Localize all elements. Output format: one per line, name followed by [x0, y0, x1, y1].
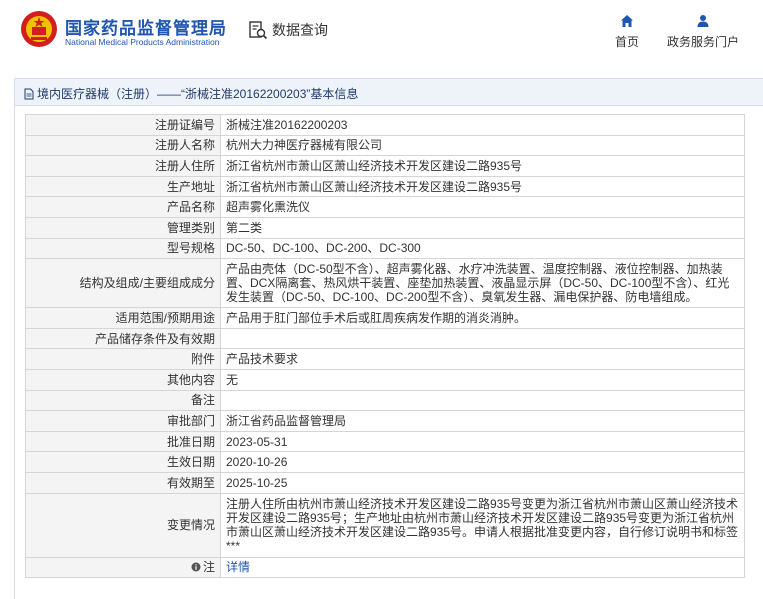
field-label: 适用范围/预期用途 — [25, 307, 221, 329]
nav-gov-service-portal[interactable]: 政务服务门户 — [663, 14, 743, 50]
field-label: 注册证编号 — [25, 114, 221, 136]
field-value: 产品由壳体（DC-50型不含）、超声雾化器、水疗冲洗装置、温度控制器、液位控制器… — [220, 258, 745, 309]
field-value: 浙械注准20162200203 — [220, 114, 745, 136]
field-value — [220, 389, 745, 412]
info-icon — [191, 562, 201, 572]
table-row: 其他内容 无 — [25, 368, 745, 391]
field-value: 无 — [220, 368, 745, 391]
field-value: 2025-10-25 — [220, 471, 745, 494]
field-label: 生产地址 — [25, 175, 221, 198]
table-row: 产品储存条件及有效期 — [25, 327, 745, 350]
field-label: 结构及组成/主要组成成分 — [25, 258, 221, 309]
field-value: 杭州大力神医疗器械有限公司 — [220, 134, 745, 157]
data-query-link[interactable]: 数据查询 — [248, 18, 328, 42]
field-value: 2020-10-26 — [220, 451, 745, 473]
user-icon — [697, 15, 709, 27]
table-row: 附件 产品技术要求 — [25, 348, 745, 370]
field-value: 浙江省药品监督管理局 — [220, 410, 745, 432]
table-row: 生产地址 浙江省杭州市萧山区萧山经济技术开发区建设二路935号 — [25, 175, 745, 198]
table-row: 结构及组成/主要组成成分 产品由壳体（DC-50型不含）、超声雾化器、水疗冲洗装… — [25, 258, 745, 309]
field-label: 批准日期 — [25, 430, 221, 453]
field-label: 产品储存条件及有效期 — [25, 327, 221, 350]
field-label: 其他内容 — [25, 368, 221, 391]
table-row: 注册证编号 浙械注准20162200203 — [25, 114, 745, 136]
note-label: 注 — [202, 559, 215, 574]
table-row: 型号规格 DC-50、DC-100、DC-200、DC-300 — [25, 237, 745, 260]
field-value: 浙江省杭州市萧山区萧山经济技术开发区建设二路935号 — [220, 155, 745, 177]
table-row: 注册人住所 浙江省杭州市萧山区萧山经济技术开发区建设二路935号 — [25, 155, 745, 177]
field-label: 变更情况 — [25, 492, 221, 558]
field-label: 产品名称 — [25, 196, 221, 218]
table-row: 管理类别 第二类 — [25, 216, 745, 239]
field-value: 浙江省杭州市萧山区萧山经济技术开发区建设二路935号 — [220, 175, 745, 198]
field-label: 有效期至 — [25, 471, 221, 494]
field-label: 备注 — [25, 389, 221, 412]
breadcrumb-bar: 境内医疗器械（注册）——“浙械注准20162200203”基本信息 — [14, 78, 763, 106]
table-row: 备注 — [25, 389, 745, 412]
table-row: 有效期至 2025-10-25 — [25, 471, 745, 494]
table-row: 变更情况 注册人住所由杭州市萧山经济技术开发区建设二路935号变更为浙江省杭州市… — [25, 492, 745, 558]
registration-detail-table: 注册证编号 浙械注准20162200203 注册人名称 杭州大力神医疗器械有限公… — [25, 114, 745, 579]
field-value: 注册人住所由杭州市萧山经济技术开发区建设二路935号变更为浙江省杭州市萧山区萧山… — [220, 492, 745, 558]
field-label: 注册人住所 — [25, 155, 221, 177]
note-label-cell: 注 — [25, 556, 221, 579]
table-row: 产品名称 超声雾化熏洗仪 — [25, 196, 745, 218]
field-label: 管理类别 — [25, 216, 221, 239]
field-value — [220, 327, 745, 350]
field-label: 型号规格 — [25, 237, 221, 260]
field-value: 第二类 — [220, 216, 745, 239]
national-emblem-icon — [21, 11, 57, 47]
field-value: DC-50、DC-100、DC-200、DC-300 — [220, 237, 745, 260]
site-subtitle: National Medical Products Administration — [65, 37, 220, 47]
field-label: 附件 — [25, 348, 221, 370]
table-row: 注 详情 — [25, 556, 745, 579]
table-row: 审批部门 浙江省药品监督管理局 — [25, 410, 745, 432]
detail-panel: 注册证编号 浙械注准20162200203 注册人名称 杭州大力神医疗器械有限公… — [14, 106, 763, 599]
table-row: 注册人名称 杭州大力神医疗器械有限公司 — [25, 134, 745, 157]
data-query-label: 数据查询 — [272, 22, 328, 38]
breadcrumb-text: 境内医疗器械（注册）——“浙械注准20162200203”基本信息 — [37, 87, 359, 101]
site-header: 国家药品监督管理局 National Medical Products Admi… — [0, 0, 763, 68]
home-icon — [621, 15, 633, 27]
field-value: 超声雾化熏洗仪 — [220, 196, 745, 218]
nav-home-label: 首页 — [614, 35, 639, 49]
field-label: 审批部门 — [25, 410, 221, 432]
table-row: 适用范围/预期用途 产品用于肛门部位手术后或肛周疾病发作期的消炎消肿。 — [25, 307, 745, 329]
details-link[interactable]: 详情 — [226, 560, 250, 574]
breadcrumb: 境内医疗器械（注册）——“浙械注准20162200203”基本信息 — [23, 85, 358, 102]
nav-portal-label: 政务服务门户 — [666, 35, 739, 49]
document-icon — [24, 88, 34, 99]
field-label: 注册人名称 — [25, 134, 221, 157]
site-title: 国家药品监督管理局 — [65, 19, 227, 38]
document-search-icon — [249, 21, 268, 40]
field-label: 生效日期 — [25, 451, 221, 473]
field-value: 产品用于肛门部位手术后或肛周疾病发作期的消炎消肿。 — [220, 307, 745, 329]
field-value: 产品技术要求 — [220, 348, 745, 370]
note-value-cell: 详情 — [220, 556, 745, 579]
nav-home[interactable]: 首页 — [610, 14, 644, 50]
table-row: 批准日期 2023-05-31 — [25, 430, 745, 453]
table-row: 生效日期 2020-10-26 — [25, 451, 745, 473]
field-value: 2023-05-31 — [220, 430, 745, 453]
